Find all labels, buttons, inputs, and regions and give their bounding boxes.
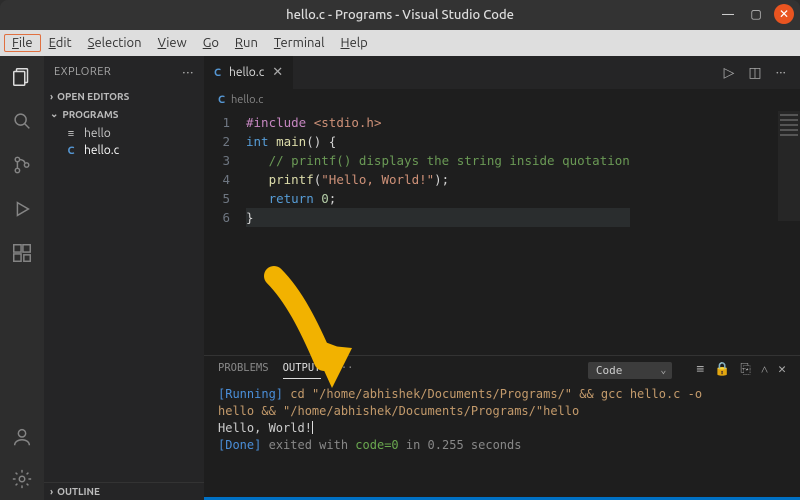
c-file-icon: C <box>218 94 225 106</box>
menubar: File Edit Selection View Go Run Terminal… <box>0 30 800 56</box>
panel-tab-problems[interactable]: PROBLEMS <box>218 362 269 378</box>
run-debug-icon[interactable] <box>9 196 35 222</box>
source-control-icon[interactable] <box>9 152 35 178</box>
menu-edit[interactable]: Edit <box>41 34 80 52</box>
collapse-icon[interactable]: ˄ <box>761 362 768 378</box>
output-panel: PROBLEMS OUTPUT ··· Code ⌄ ≡ 🔒 ⎘ ˄ ✕ [Ru… <box>204 355 800 497</box>
explorer-icon[interactable] <box>9 64 35 90</box>
chevron-down-icon: ⌄ <box>660 365 666 376</box>
menu-run[interactable]: Run <box>227 34 266 52</box>
gear-icon[interactable] <box>9 466 35 492</box>
window-title: hello.c - Programs - Visual Studio Code <box>286 8 514 22</box>
close-icon[interactable]: ✕ <box>774 4 794 24</box>
line-gutter: 1 2 3 4 5 6 <box>204 111 240 355</box>
code-editor[interactable]: 1 2 3 4 5 6 #include <stdio.h> int main(… <box>204 111 800 355</box>
editor-area: C hello.c ✕ ▷ ◫ ··· C hello.c 1 2 3 4 5 … <box>204 56 800 500</box>
chevron-down-icon: ⌄ <box>50 108 58 120</box>
chevron-right-icon: › <box>50 91 53 102</box>
menu-file[interactable]: File <box>4 34 41 52</box>
filter-icon[interactable]: ≡ <box>696 362 704 378</box>
menu-terminal[interactable]: Terminal <box>266 34 333 52</box>
sidebar-title: EXPLORER <box>54 66 111 78</box>
close-tab-icon[interactable]: ✕ <box>272 65 283 80</box>
chevron-right-icon: › <box>50 486 53 497</box>
search-icon[interactable] <box>9 108 35 134</box>
file-icon: ≡ <box>64 128 78 140</box>
run-icon[interactable]: ▷ <box>724 64 735 81</box>
c-file-icon: C <box>64 145 78 157</box>
split-editor-icon[interactable]: ◫ <box>748 64 761 81</box>
outline-header[interactable]: › OUTLINE <box>44 482 204 500</box>
sidebar: EXPLORER ··· › OPEN EDITORS ⌄ PROGRAMS ≡… <box>44 56 204 500</box>
file-item-hello-c[interactable]: C hello.c <box>44 142 204 159</box>
extensions-icon[interactable] <box>9 240 35 266</box>
accounts-icon[interactable] <box>9 424 35 450</box>
menu-go[interactable]: Go <box>195 34 227 52</box>
minimap[interactable] <box>778 111 800 221</box>
output-channel-select[interactable]: Code ⌄ <box>588 362 673 379</box>
lock-icon[interactable]: 🔒 <box>714 362 730 378</box>
more-icon[interactable]: ··· <box>776 64 786 81</box>
output-body[interactable]: [Running] cd "/home/abhishek/Documents/P… <box>204 384 800 497</box>
minimize-icon[interactable]: — <box>718 4 738 24</box>
clear-icon[interactable]: ⎘ <box>740 362 750 378</box>
c-file-icon: C <box>214 67 221 79</box>
more-icon[interactable]: ··· <box>182 64 194 80</box>
file-item-hello[interactable]: ≡ hello <box>44 125 204 142</box>
breadcrumb[interactable]: C hello.c <box>204 89 800 111</box>
file-label: hello.c <box>84 144 119 157</box>
panel-tab-more[interactable]: ··· <box>335 362 354 378</box>
open-editors-header[interactable]: › OPEN EDITORS <box>44 88 204 105</box>
editor-tabs: C hello.c ✕ ▷ ◫ ··· <box>204 56 800 89</box>
project-header[interactable]: ⌄ PROGRAMS <box>44 105 204 123</box>
close-panel-icon[interactable]: ✕ <box>778 362 786 378</box>
activity-bar <box>0 56 44 500</box>
tab-hello-c[interactable]: C hello.c ✕ <box>204 56 294 89</box>
menu-view[interactable]: View <box>150 34 195 52</box>
window-titlebar: hello.c - Programs - Visual Studio Code … <box>0 0 800 30</box>
panel-tab-output[interactable]: OUTPUT <box>283 362 321 379</box>
code-content: #include <stdio.h> int main() { // print… <box>240 111 630 355</box>
breadcrumb-label: hello.c <box>231 94 263 106</box>
tab-label: hello.c <box>229 66 264 79</box>
cursor <box>312 421 313 434</box>
menu-help[interactable]: Help <box>333 34 376 52</box>
menu-selection[interactable]: Selection <box>80 34 150 52</box>
file-label: hello <box>84 127 111 140</box>
maximize-icon[interactable]: ▢ <box>746 4 766 24</box>
